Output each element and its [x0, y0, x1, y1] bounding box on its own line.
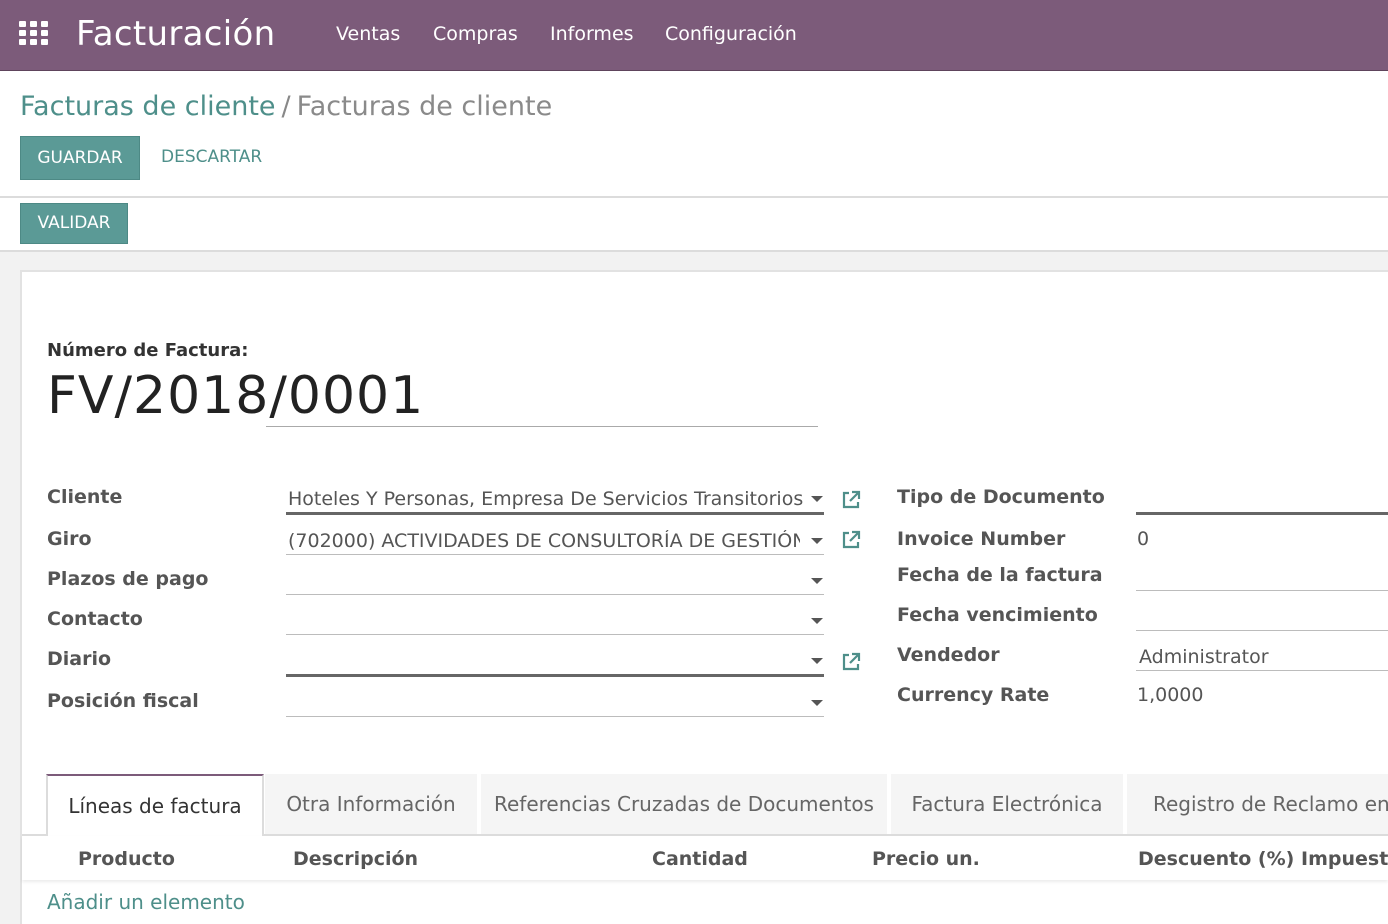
plazos-label: Plazos de pago — [47, 568, 209, 590]
chevron-down-icon[interactable] — [811, 658, 823, 664]
validate-button[interactable]: VALIDAR — [20, 203, 128, 244]
contacto-underline — [286, 634, 824, 635]
breadcrumb: Facturas de cliente / Facturas de cliente — [20, 91, 552, 122]
diario-label: Diario — [47, 648, 112, 670]
external-link-icon[interactable] — [840, 529, 862, 551]
discard-button[interactable]: DESCARTAR — [161, 147, 262, 167]
breadcrumb-parent[interactable]: Facturas de cliente — [20, 91, 276, 122]
diario-underline — [286, 674, 824, 677]
fecha-factura-underline — [1136, 590, 1388, 591]
chevron-down-icon[interactable] — [811, 538, 823, 544]
add-line-link[interactable]: Añadir un elemento — [47, 890, 245, 914]
tab-referencias-cruzadas[interactable]: Referencias Cruzadas de Documentos — [481, 774, 887, 834]
grid-icon[interactable] — [19, 21, 49, 45]
contacto-label: Contacto — [47, 608, 143, 630]
invoice-number-field-label: Invoice Number — [897, 528, 1066, 550]
tipo-documento-label: Tipo de Documento — [897, 486, 1105, 508]
fecha-vencimiento-label: Fecha vencimiento — [897, 604, 1098, 626]
giro-label: Giro — [47, 528, 92, 550]
fecha-vencimiento-underline — [1136, 630, 1388, 631]
cliente-label: Cliente — [47, 486, 123, 508]
column-header-producto[interactable]: Producto — [78, 848, 175, 870]
column-header-precio[interactable]: Precio un. — [872, 848, 980, 870]
tab-registro-reclamo[interactable]: Registro de Reclamo en SII — [1127, 774, 1388, 834]
column-header-cantidad[interactable]: Cantidad — [652, 848, 748, 870]
fecha-factura-label: Fecha de la factura — [897, 564, 1103, 586]
cliente-underline — [286, 512, 824, 515]
chevron-down-icon[interactable] — [811, 618, 823, 624]
app-title: Facturación — [76, 14, 276, 54]
invoice-number: FV/2018/0001 — [47, 366, 425, 426]
menu-compras[interactable]: Compras — [433, 23, 518, 45]
giro-underline — [286, 554, 824, 555]
divider — [0, 196, 1388, 198]
invoice-number-underline — [266, 426, 818, 427]
menu-informes[interactable]: Informes — [550, 23, 634, 45]
menu-configuracion[interactable]: Configuración — [665, 23, 797, 45]
tipo-documento-underline — [1136, 512, 1388, 515]
tab-otra-informacion[interactable]: Otra Información — [265, 774, 477, 834]
currency-rate-value: 1,0000 — [1137, 684, 1204, 706]
posicion-fiscal-label: Posición fiscal — [47, 690, 199, 712]
cliente-field[interactable]: Hoteles Y Personas, Empresa De Servicios… — [288, 488, 803, 510]
column-header-descuento[interactable]: Descuento (%) — [1138, 848, 1294, 870]
invoice-number-value: 0 — [1137, 528, 1150, 550]
vendedor-underline — [1136, 670, 1388, 671]
chevron-down-icon[interactable] — [811, 578, 823, 584]
chevron-down-icon[interactable] — [811, 496, 823, 502]
save-button[interactable]: GUARDAR — [20, 136, 140, 180]
vendedor-label: Vendedor — [897, 644, 1000, 666]
invoice-number-label: Número de Factura: — [47, 340, 249, 361]
breadcrumb-current: Facturas de cliente — [296, 91, 553, 122]
top-navbar: Facturación Ventas Compras Informes Conf… — [0, 0, 1388, 71]
external-link-icon[interactable] — [840, 651, 862, 673]
chevron-down-icon[interactable] — [811, 700, 823, 706]
plazos-underline — [286, 594, 824, 595]
tab-factura-electronica[interactable]: Factura Electrónica — [891, 774, 1123, 834]
column-header-impuestos[interactable]: Impuestos — [1301, 848, 1388, 870]
vendedor-field[interactable]: Administrator — [1139, 646, 1388, 668]
giro-field[interactable]: (702000) ACTIVIDADES DE CONSULTORÍA DE G… — [288, 530, 800, 552]
tab-lineas-factura[interactable]: Líneas de factura — [46, 774, 264, 836]
menu-ventas[interactable]: Ventas — [336, 23, 400, 45]
external-link-icon[interactable] — [840, 489, 862, 511]
currency-rate-label: Currency Rate — [897, 684, 1050, 706]
column-header-descripcion[interactable]: Descripción — [293, 848, 418, 870]
breadcrumb-separator: / — [281, 91, 291, 122]
posicion-fiscal-underline — [286, 716, 824, 717]
